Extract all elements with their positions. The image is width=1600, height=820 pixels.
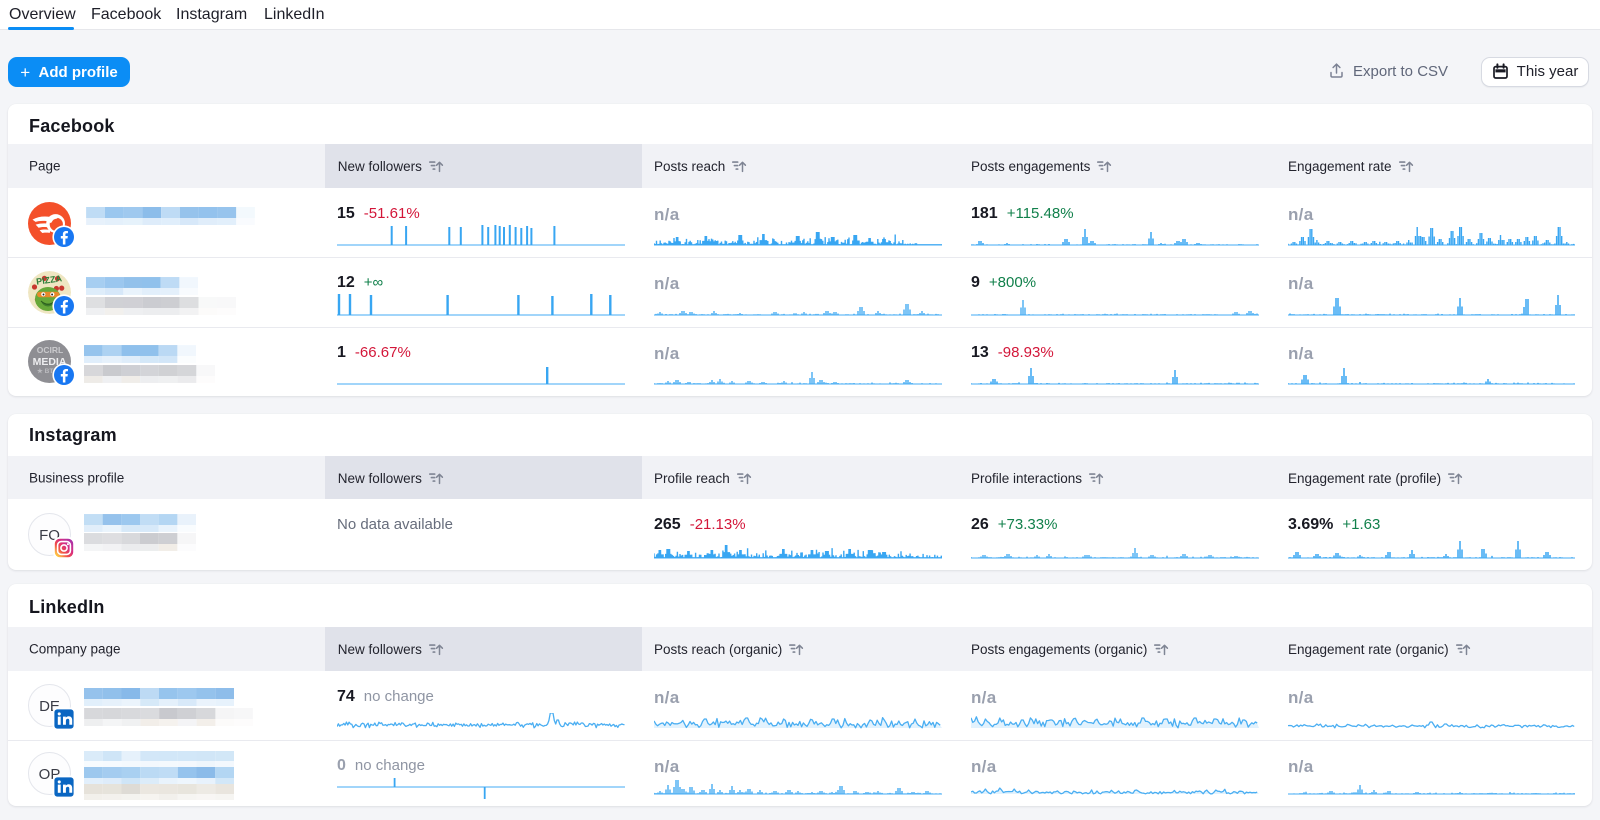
svg-text:OCIRL: OCIRL [37,345,63,355]
